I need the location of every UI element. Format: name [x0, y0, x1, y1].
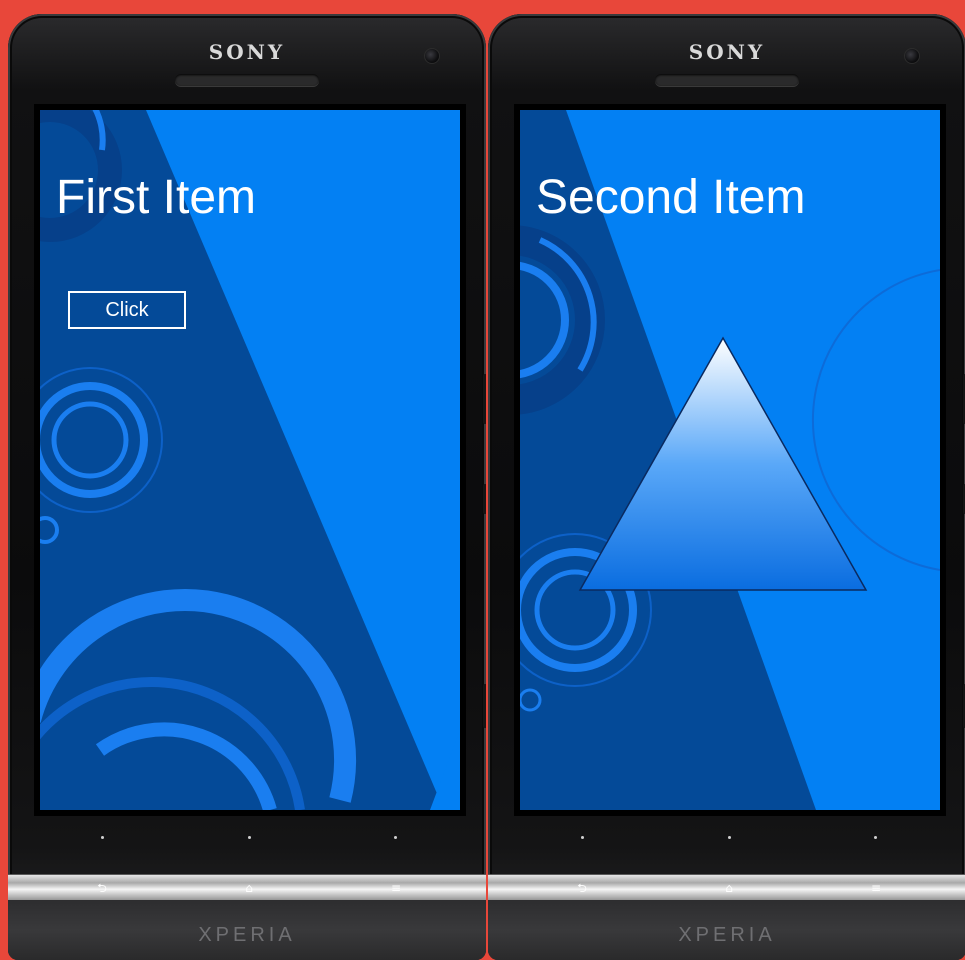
brand-logo: SONY [688, 40, 766, 64]
home-icon[interactable]: ⌂ [241, 881, 257, 895]
hardware-button-bar: ⮌ ⌂ ≡ [488, 874, 965, 902]
click-button[interactable]: Click [68, 291, 186, 329]
phone-right: SONY Second Item ⮌ ⌂ ≡ XPERIA [488, 14, 965, 960]
screen-content: First Item Click [40, 110, 460, 810]
nav-indicators [488, 836, 965, 846]
model-name: XPERIA [678, 924, 776, 946]
brand-logo: SONY [208, 40, 286, 64]
phone-left: SONY First Item Click ⮌ ⌂ ≡ XPERIA [8, 14, 486, 960]
bottom-plate: XPERIA [488, 900, 965, 960]
earpiece-speaker [175, 74, 319, 86]
home-icon[interactable]: ⌂ [721, 881, 737, 895]
screen-content: Second Item [520, 110, 940, 810]
volume-key[interactable] [483, 374, 486, 424]
menu-icon[interactable]: ≡ [868, 881, 884, 895]
page-title: First Item [56, 171, 256, 224]
camera-key[interactable] [483, 684, 486, 728]
menu-icon[interactable]: ≡ [388, 881, 404, 895]
nav-dot [248, 836, 251, 839]
earpiece-speaker [655, 74, 799, 86]
back-arrow-icon[interactable]: ⮌ [94, 881, 110, 895]
nav-dot [101, 836, 104, 839]
nav-dot [728, 836, 731, 839]
page-title: Second Item [536, 171, 806, 224]
nav-indicators [8, 836, 486, 846]
nav-dot [394, 836, 397, 839]
bottom-plate: XPERIA [8, 900, 486, 960]
back-arrow-icon[interactable]: ⮌ [574, 881, 590, 895]
front-camera [424, 48, 440, 64]
nav-dot [581, 836, 584, 839]
front-camera [904, 48, 920, 64]
screen: First Item Click [34, 104, 466, 816]
power-key[interactable] [483, 484, 486, 514]
screen: Second Item [514, 104, 946, 816]
hardware-button-bar: ⮌ ⌂ ≡ [8, 874, 486, 902]
triangle-shape [578, 336, 868, 591]
nav-dot [874, 836, 877, 839]
model-name: XPERIA [198, 924, 296, 946]
